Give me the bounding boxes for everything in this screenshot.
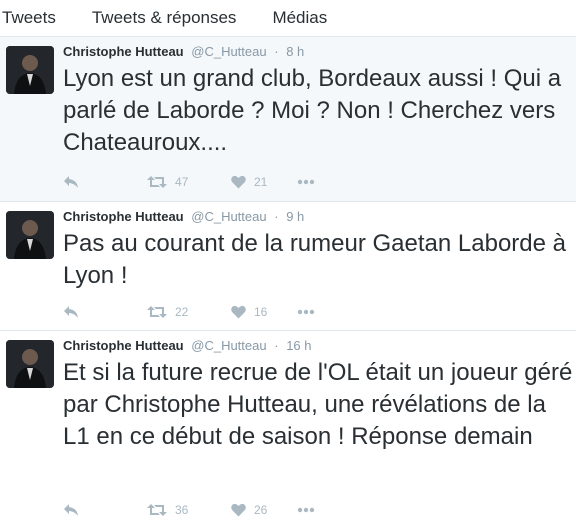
retweet-count: 22 xyxy=(175,305,189,319)
heart-icon xyxy=(231,175,246,189)
like-count: 21 xyxy=(254,175,268,189)
author-handle[interactable]: @C_Hutteau xyxy=(191,209,266,224)
retweet-icon xyxy=(147,175,167,189)
retweet-icon xyxy=(147,305,167,319)
tweet-header: Christophe Hutteau @C_Hutteau · 9 h xyxy=(63,209,304,224)
tweet[interactable]: Christophe Hutteau @C_Hutteau · 16 h Et … xyxy=(0,331,576,532)
tab-tweets-replies[interactable]: Tweets & réponses xyxy=(92,8,237,28)
retweet-count: 36 xyxy=(175,503,189,517)
tweet-text: Pas au courant de la rumeur Gaetan Labor… xyxy=(63,230,566,289)
tweet[interactable]: Christophe Hutteau @C_Hutteau · 8 h Lyon… xyxy=(0,37,576,202)
retweet-button[interactable]: 36 xyxy=(147,503,231,517)
avatar[interactable] xyxy=(6,46,54,94)
like-count: 16 xyxy=(254,305,268,319)
more-button[interactable] xyxy=(297,507,315,513)
reply-button[interactable] xyxy=(63,305,147,319)
tweet-actions: 36 26 xyxy=(63,500,315,520)
like-button[interactable]: 26 xyxy=(231,503,297,517)
tweet-actions: 22 16 xyxy=(63,302,315,322)
more-icon xyxy=(297,179,315,185)
profile-tabs: Tweets Tweets & réponses Médias xyxy=(0,0,576,37)
like-count: 26 xyxy=(254,503,268,517)
heart-icon xyxy=(231,305,246,319)
more-button[interactable] xyxy=(297,179,315,185)
separator-dot: · xyxy=(274,44,279,59)
author-name[interactable]: Christophe Hutteau xyxy=(63,44,184,59)
avatar[interactable] xyxy=(6,211,54,259)
reply-icon xyxy=(63,305,79,319)
reply-icon xyxy=(63,175,79,189)
retweet-icon xyxy=(147,503,167,517)
author-handle[interactable]: @C_Hutteau xyxy=(191,44,266,59)
tweet[interactable]: Christophe Hutteau @C_Hutteau · 9 h Pas … xyxy=(0,202,576,331)
tab-tweets[interactable]: Tweets xyxy=(2,8,56,28)
tweet-timestamp[interactable]: 8 h xyxy=(286,44,304,59)
reply-button[interactable] xyxy=(63,503,147,517)
heart-icon xyxy=(231,503,246,517)
tab-media[interactable]: Médias xyxy=(272,8,327,28)
tweet-timestamp[interactable]: 9 h xyxy=(286,209,304,224)
like-button[interactable]: 21 xyxy=(231,175,297,189)
more-icon xyxy=(297,309,315,315)
tweet-timestamp[interactable]: 16 h xyxy=(286,338,311,353)
author-name[interactable]: Christophe Hutteau xyxy=(63,338,184,353)
reply-icon xyxy=(63,503,79,517)
more-button[interactable] xyxy=(297,309,315,315)
tweet-actions: 47 21 xyxy=(63,172,315,192)
tweet-text: Et si la future recrue de l'OL était un … xyxy=(63,359,573,450)
tweet-header: Christophe Hutteau @C_Hutteau · 8 h xyxy=(63,44,304,59)
retweet-count: 47 xyxy=(175,175,189,189)
tweet-text: Lyon est un grand club, Bordeaux aussi !… xyxy=(63,65,562,156)
tweet-header: Christophe Hutteau @C_Hutteau · 16 h xyxy=(63,338,312,353)
author-name[interactable]: Christophe Hutteau xyxy=(63,209,184,224)
more-icon xyxy=(297,507,315,513)
author-handle[interactable]: @C_Hutteau xyxy=(191,338,266,353)
reply-button[interactable] xyxy=(63,175,147,189)
separator-dot: · xyxy=(274,209,279,224)
avatar[interactable] xyxy=(6,340,54,388)
like-button[interactable]: 16 xyxy=(231,305,297,319)
retweet-button[interactable]: 22 xyxy=(147,305,231,319)
retweet-button[interactable]: 47 xyxy=(147,175,231,189)
separator-dot: · xyxy=(274,338,279,353)
